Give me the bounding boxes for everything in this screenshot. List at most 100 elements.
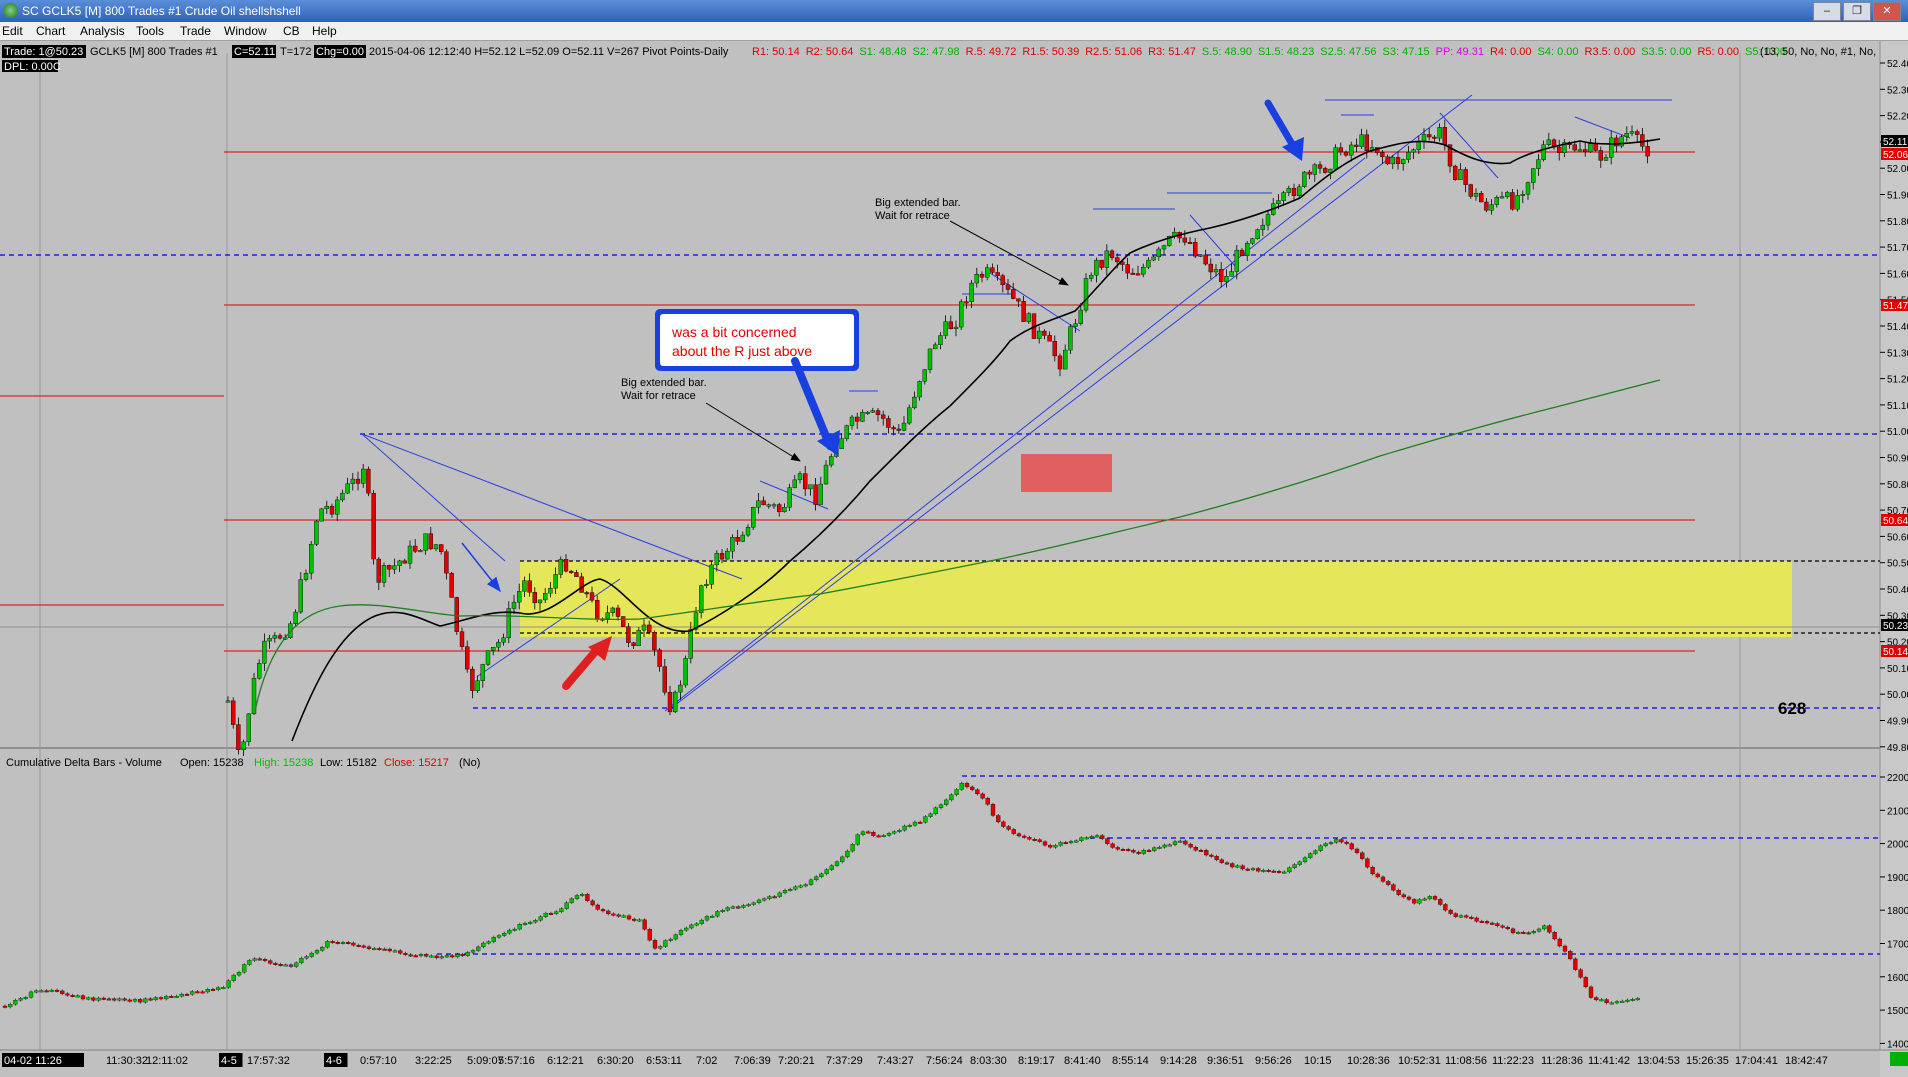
menu-chart[interactable]: Chart (36, 24, 65, 38)
big-bar-note-1b: Wait for retrace (621, 390, 696, 402)
delta-bar (335, 942, 340, 944)
delta-bar (1266, 870, 1271, 872)
candle-body (1208, 263, 1214, 273)
menu-cb[interactable]: CB (283, 24, 300, 38)
title-bar: SC GCLK5 [M] 800 Trades #1 Crude Oil she… (0, 0, 1908, 22)
delta-bar (1126, 849, 1131, 852)
candle-body (584, 592, 589, 595)
delta-bar (1401, 894, 1406, 898)
close-button[interactable]: ✕ (1873, 2, 1901, 21)
delta-bar (465, 952, 470, 956)
menu-analysis[interactable]: Analysis (80, 24, 125, 38)
candle-body (1312, 164, 1318, 175)
delta-bar (1302, 857, 1308, 863)
delta-bar (730, 906, 736, 909)
delta-bar (652, 940, 658, 949)
chart-area[interactable]: Trade: 1@50.23 GCLK5 [M] 800 Trades #1 C… (0, 41, 1908, 1077)
delta-bar (252, 958, 257, 961)
candle-body (621, 616, 626, 627)
time-label: 8:03:30 (970, 1055, 1007, 1067)
delta-bar (1349, 843, 1354, 850)
candle-body (1338, 147, 1344, 153)
candle-body (553, 574, 558, 589)
price-label: 49.80 (1887, 743, 1908, 754)
delta-bar (569, 898, 574, 903)
candle-body (1250, 238, 1255, 244)
candle-body (595, 599, 600, 620)
red-box-marker (1021, 454, 1112, 492)
delta-bar (1552, 932, 1557, 940)
delta-bar (1037, 839, 1042, 842)
candle-body (1499, 196, 1505, 199)
candle-body (1463, 169, 1468, 185)
menu-tools[interactable]: Tools (136, 24, 164, 38)
pivot-value: R.5: 49.72 (966, 46, 1017, 58)
delta-bar (44, 990, 49, 993)
candle-body (1504, 192, 1510, 197)
delta-bar (325, 941, 330, 948)
candle-body (756, 500, 761, 508)
delta-bar (616, 914, 621, 917)
delta-bar (855, 834, 860, 845)
delta-bar (439, 956, 444, 959)
candle-body (444, 551, 449, 574)
maximize-button[interactable]: ❐ (1843, 2, 1871, 21)
menu-trade[interactable]: Trade (180, 24, 211, 38)
delta-bar (554, 911, 559, 914)
candle-body (751, 507, 756, 528)
menu-edit[interactable]: Edit (2, 24, 23, 38)
candle-body (387, 565, 392, 570)
candle-body (667, 692, 673, 713)
price-label: 50.90 (1887, 454, 1908, 465)
candle-body (1364, 134, 1370, 152)
delta-bar (1599, 999, 1604, 1002)
delta-bar (1224, 862, 1230, 865)
time-label: 10:52:31 (1398, 1055, 1441, 1067)
delta-bar (574, 895, 580, 899)
price-marker-label: 50.14 (1883, 647, 1908, 658)
candle-body (470, 668, 475, 691)
pivot-value: S3: 47.15 (1383, 46, 1430, 58)
delta-bar (824, 869, 829, 875)
delta-bar (1427, 896, 1432, 900)
delta-bar (1188, 843, 1193, 848)
price-label: 50.60 (1887, 532, 1908, 543)
candle-body (771, 504, 777, 507)
candle-body (1239, 249, 1245, 256)
delta-bar (923, 816, 928, 823)
menu-help[interactable]: Help (312, 24, 337, 38)
delta-bar (517, 924, 522, 930)
delta-bar (398, 950, 403, 954)
candle-body (355, 478, 361, 484)
candle-body (704, 584, 709, 587)
delta-bar (606, 910, 611, 915)
delta-bar (762, 898, 767, 901)
menu-bar: Edit Chart Analysis Tools Trade Window CB Help (0, 22, 1908, 41)
candle-body (974, 273, 979, 284)
time-label: 7:06:39 (734, 1055, 771, 1067)
delta-bar (122, 998, 127, 1001)
delta-bar (1271, 870, 1276, 873)
menu-window[interactable]: Window (224, 24, 267, 38)
scroll-indicator[interactable] (1890, 1052, 1908, 1066)
candle-body (673, 691, 678, 713)
delta-bar (1583, 977, 1588, 988)
candle-body (1593, 143, 1598, 151)
candle-body (225, 700, 231, 703)
candle-body (392, 565, 397, 570)
candle-body (797, 473, 803, 481)
minimize-button[interactable]: – (1813, 2, 1841, 21)
candle-body (1052, 340, 1058, 357)
candle-body (345, 483, 350, 494)
delta-bar (1204, 850, 1209, 856)
delta-bar (970, 786, 975, 790)
delta-bar (247, 960, 252, 965)
delta-bar (346, 942, 351, 944)
candle-body (1187, 241, 1193, 244)
pivot-value: R5: 0.00 (1697, 46, 1739, 58)
candle-body (1198, 254, 1203, 257)
candle-body (361, 468, 366, 484)
pivot-value: R4: 0.00 (1490, 46, 1532, 58)
candle-body (969, 282, 974, 302)
delta-bar (49, 989, 54, 992)
